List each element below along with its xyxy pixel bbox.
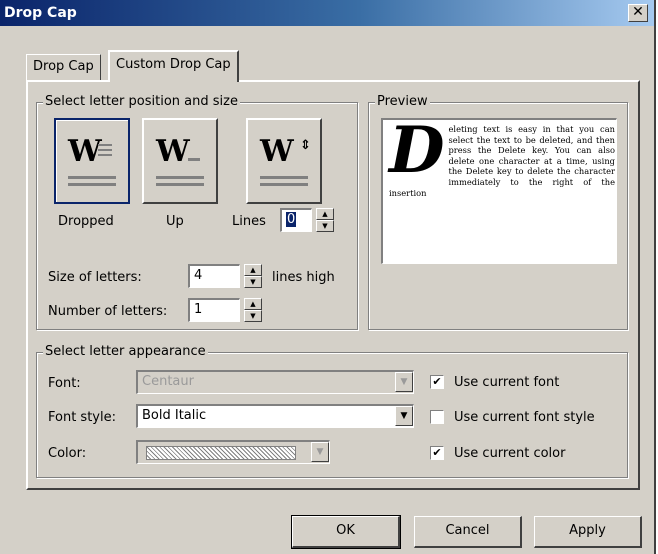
- number-of-letters-input[interactable]: 1: [188, 298, 240, 322]
- size-spin-up-icon[interactable]: ▲: [244, 264, 262, 276]
- ok-button[interactable]: OK: [291, 515, 401, 549]
- font-style-dropdown-icon[interactable]: ▼: [395, 406, 413, 426]
- window-title: Drop Cap: [4, 5, 77, 21]
- size-spinner[interactable]: ▲ ▼: [244, 264, 262, 288]
- apply-button[interactable]: Apply: [534, 516, 642, 548]
- title-bar: Drop Cap ✕: [0, 0, 654, 26]
- use-current-font-checkbox[interactable]: ✔: [430, 375, 444, 389]
- preview-legend: Preview: [375, 94, 430, 109]
- font-select[interactable]: Centaur ▼: [136, 370, 414, 394]
- close-button[interactable]: ✕: [628, 4, 648, 22]
- use-current-font-style-label[interactable]: Use current font style: [454, 410, 595, 425]
- use-current-font-label[interactable]: Use current font: [454, 375, 559, 390]
- lines-spinner[interactable]: ▲ ▼: [316, 208, 334, 232]
- dropped-letter-icon: W: [68, 134, 102, 169]
- cancel-button[interactable]: Cancel: [414, 516, 522, 548]
- font-label: Font:: [48, 376, 81, 391]
- lines-letter-icon: W: [260, 134, 294, 169]
- preview-pane: Deleting text is easy in that you can se…: [381, 118, 617, 264]
- lines-spin-down-icon[interactable]: ▼: [316, 220, 334, 232]
- font-style-label: Font style:: [48, 410, 116, 425]
- up-text-lines-icon: [156, 176, 204, 190]
- appearance-legend: Select letter appearance: [43, 344, 208, 359]
- up-down-arrow-icon: ⇕: [300, 138, 311, 153]
- lines-input[interactable]: 0: [280, 208, 312, 232]
- use-current-font-style-checkbox[interactable]: [430, 410, 444, 424]
- color-label: Color:: [48, 446, 87, 461]
- lines-label: Lines: [232, 214, 266, 229]
- number-of-letters-label: Number of letters:: [48, 304, 168, 319]
- up-label: Up: [166, 214, 184, 229]
- preview-drop-cap: D: [389, 118, 445, 188]
- color-swatch: [146, 446, 296, 460]
- lines-value: 0: [286, 212, 297, 227]
- dropped-label: Dropped: [58, 214, 114, 229]
- number-spin-down-icon[interactable]: ▼: [244, 310, 262, 322]
- size-of-letters-label: Size of letters:: [48, 270, 142, 285]
- size-of-letters-input[interactable]: 4: [188, 264, 240, 288]
- lines-text-lines-icon: [260, 176, 308, 190]
- color-dropdown-icon[interactable]: ▼: [311, 442, 329, 462]
- font-value: Centaur: [142, 374, 194, 389]
- up-position-button[interactable]: W: [142, 118, 218, 204]
- close-icon: ✕: [632, 4, 644, 20]
- use-current-color-checkbox[interactable]: ✔: [430, 446, 444, 460]
- up-letter-icon: W: [156, 134, 190, 169]
- font-style-value: Bold Italic: [142, 408, 207, 423]
- use-current-color-label[interactable]: Use current color: [454, 446, 565, 461]
- tab-custom-drop-cap[interactable]: Custom Drop Cap: [108, 50, 239, 82]
- dropped-position-button[interactable]: W: [54, 118, 130, 204]
- dropped-lines-icon: [98, 144, 112, 160]
- drop-cap-dialog: Drop Cap ✕ Drop Cap Custom Drop Cap Sele…: [0, 0, 656, 554]
- number-spinner[interactable]: ▲ ▼: [244, 298, 262, 322]
- dropped-text-lines-icon: [68, 176, 116, 190]
- up-line-icon: [188, 158, 200, 165]
- tab-drop-cap[interactable]: Drop Cap: [26, 54, 101, 80]
- font-dropdown-icon[interactable]: ▼: [395, 372, 413, 392]
- font-style-select[interactable]: Bold Italic ▼: [136, 404, 414, 428]
- lines-spin-up-icon[interactable]: ▲: [316, 208, 334, 220]
- lines-position-button[interactable]: W ⇕: [246, 118, 322, 204]
- preview-text-block: Deleting text is easy in that you can se…: [389, 118, 615, 198]
- number-spin-up-icon[interactable]: ▲: [244, 298, 262, 310]
- position-size-legend: Select letter position and size: [43, 94, 240, 109]
- lines-high-label: lines high: [272, 270, 335, 285]
- size-spin-down-icon[interactable]: ▼: [244, 276, 262, 288]
